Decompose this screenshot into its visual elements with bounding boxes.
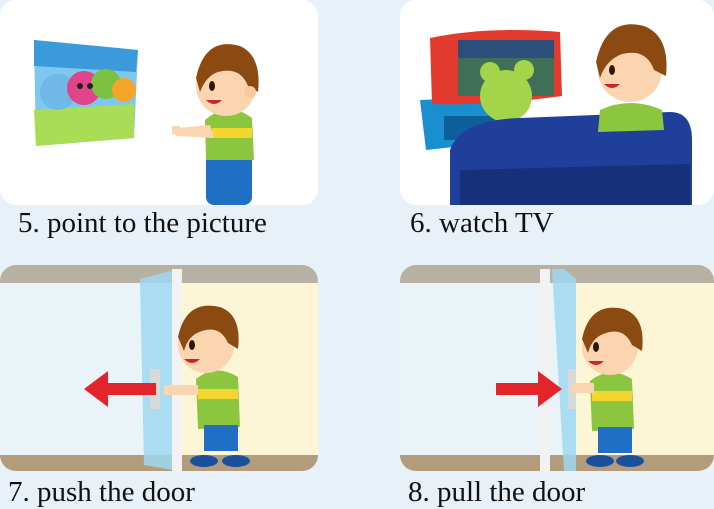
boy-icon — [596, 24, 667, 132]
watch-tv-illustration — [400, 0, 714, 205]
caption-push-door: 7. push the door — [8, 476, 195, 508]
panel-watch-tv — [400, 0, 714, 205]
panel-point-to-picture — [0, 0, 318, 205]
panel-pull-door — [400, 265, 714, 471]
caption-point-to-picture: 5. point to the picture — [18, 207, 267, 239]
caption-pull-door: 8. pull the door — [408, 476, 586, 508]
glass-door-icon — [140, 269, 182, 471]
picture-icon — [34, 40, 138, 146]
pull-door-illustration — [400, 265, 714, 471]
caption-watch-tv: 6. watch TV — [410, 207, 554, 239]
panel-push-door — [0, 265, 318, 471]
push-door-illustration — [0, 265, 318, 471]
point-to-picture-illustration — [0, 0, 318, 205]
